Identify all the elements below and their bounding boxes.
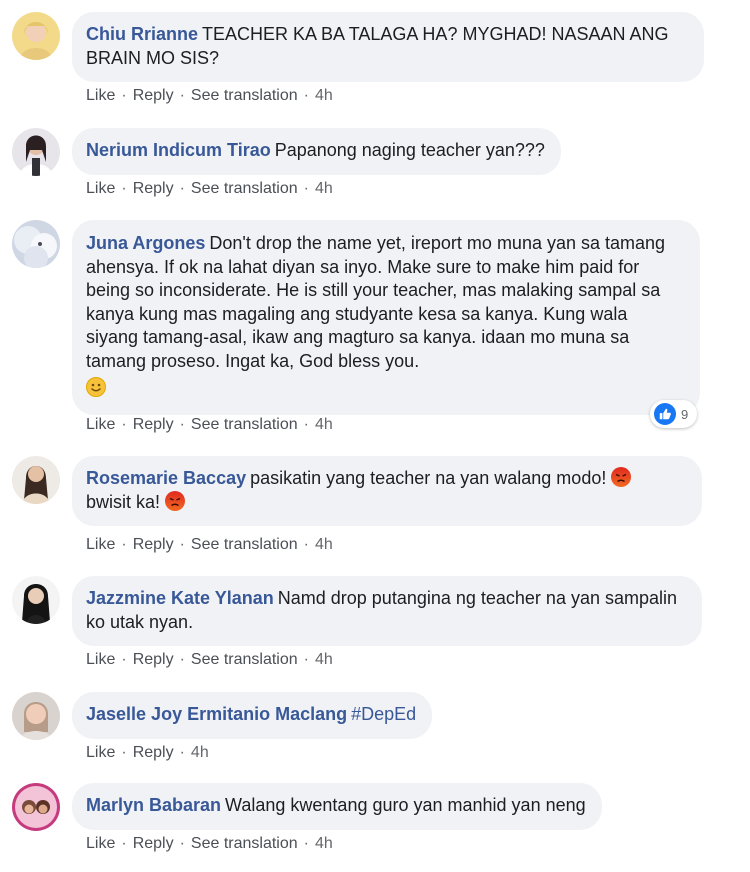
comment-author[interactable]: Rosemarie Baccay <box>86 468 246 488</box>
avatar[interactable] <box>12 12 60 60</box>
comment-actions: Like · Reply · See translation · 4h <box>86 416 333 434</box>
separator-dot: · <box>179 744 185 761</box>
reply-link[interactable]: Reply <box>133 651 174 668</box>
separator-dot: · <box>121 180 127 197</box>
comment-actions: Like · Reply · See translation · 4h <box>86 835 333 853</box>
see-translation-link[interactable]: See translation <box>191 835 298 852</box>
avatar[interactable] <box>12 783 60 831</box>
comment-bubble: Chiu Rrianne TEACHER KA BA TALAGA HA? MYG… <box>72 12 704 82</box>
avatar[interactable] <box>12 456 60 504</box>
like-link[interactable]: Like <box>86 87 115 104</box>
comment-text: Papanong naging teacher yan??? <box>274 140 545 160</box>
angry-emoji <box>165 490 186 511</box>
comment-bubble: Jazzmine Kate Ylanan Namd drop putangina … <box>72 576 702 646</box>
like-link[interactable]: Like <box>86 180 115 197</box>
separator-dot: · <box>121 87 127 104</box>
comment-author[interactable]: Juna Argones <box>86 233 205 253</box>
comment-bubble: Juna Argones Don't drop the name yet, ire… <box>72 220 700 415</box>
comment-author[interactable]: Marlyn Babaran <box>86 795 221 815</box>
separator-dot: · <box>303 416 309 433</box>
comment-bubble: Marlyn Babaran Walang kwentang guro yan m… <box>72 783 602 830</box>
like-link[interactable]: Like <box>86 416 115 433</box>
separator-dot: · <box>179 416 185 433</box>
see-translation-link[interactable]: See translation <box>191 536 298 553</box>
separator-dot: · <box>121 744 127 761</box>
like-link[interactable]: Like <box>86 536 115 553</box>
separator-dot: · <box>179 180 185 197</box>
hashtag-link[interactable]: #DepEd <box>351 704 416 724</box>
comment-author[interactable]: Jaselle Joy Ermitanio Maclang <box>86 704 347 724</box>
comment-time[interactable]: 4h <box>315 180 333 197</box>
comment-text: Don't drop the name yet, ireport mo muna… <box>86 233 666 371</box>
comment-actions: Like · Reply · See translation · 4h <box>86 180 333 198</box>
comment-bubble: Nerium Indicum Tirao Papanong naging teac… <box>72 128 561 175</box>
separator-dot: · <box>121 536 127 553</box>
like-icon <box>654 403 676 425</box>
comment-time[interactable]: 4h <box>315 536 333 553</box>
comment-time[interactable]: 4h <box>315 835 333 852</box>
separator-dot: · <box>121 835 127 852</box>
reply-link[interactable]: Reply <box>133 835 174 852</box>
reply-link[interactable]: Reply <box>133 536 174 553</box>
comment-time[interactable]: 4h <box>315 87 333 104</box>
reaction-count: 9 <box>681 406 689 422</box>
separator-dot: · <box>303 651 309 668</box>
separator-dot: · <box>179 536 185 553</box>
comment-author[interactable]: Nerium Indicum Tirao <box>86 140 271 160</box>
comment-actions: Like · Reply · See translation · 4h <box>86 87 333 105</box>
separator-dot: · <box>179 87 185 104</box>
separator-dot: · <box>303 180 309 197</box>
see-translation-link[interactable]: See translation <box>191 180 298 197</box>
reaction-summary[interactable]: 9 <box>650 400 698 428</box>
comment-text-before: pasikatin yang teacher na yan walang mod… <box>250 468 607 488</box>
comment-author[interactable]: Jazzmine Kate Ylanan <box>86 588 274 608</box>
see-translation-link[interactable]: See translation <box>191 651 298 668</box>
reply-link[interactable]: Reply <box>133 744 174 761</box>
separator-dot: · <box>303 87 309 104</box>
separator-dot: · <box>121 416 127 433</box>
separator-dot: · <box>121 651 127 668</box>
reply-link[interactable]: Reply <box>133 87 174 104</box>
comment-author[interactable]: Chiu Rrianne <box>86 24 198 44</box>
reply-link[interactable]: Reply <box>133 180 174 197</box>
comment-actions: Like · Reply · 4h <box>86 744 209 762</box>
comment-time[interactable]: 4h <box>191 744 209 761</box>
avatar[interactable] <box>12 220 60 268</box>
see-translation-link[interactable]: See translation <box>191 87 298 104</box>
comment-bubble: Jaselle Joy Ermitanio Maclang #DepEd <box>72 692 433 739</box>
comment-time[interactable]: 4h <box>315 651 333 668</box>
angry-emoji <box>611 467 632 487</box>
comment-time[interactable]: 4h <box>315 416 333 433</box>
avatar[interactable] <box>12 576 60 624</box>
smile-emoji <box>86 377 106 397</box>
like-link[interactable]: Like <box>86 744 115 761</box>
comment-text-after: bwisit ka! <box>86 491 161 512</box>
avatar[interactable] <box>12 128 60 176</box>
separator-dot: · <box>303 536 309 553</box>
comment-bubble: Rosemarie Baccay pasikatin yang teacher n… <box>72 456 702 526</box>
like-link[interactable]: Like <box>86 651 115 668</box>
separator-dot: · <box>179 835 185 852</box>
see-translation-link[interactable]: See translation <box>191 416 298 433</box>
reply-link[interactable]: Reply <box>133 416 174 433</box>
comment-actions: Like · Reply · See translation · 4h <box>86 536 333 554</box>
separator-dot: · <box>303 835 309 852</box>
comment-text: Walang kwentang guro yan manhid yan neng <box>225 795 586 815</box>
like-link[interactable]: Like <box>86 835 115 852</box>
separator-dot: · <box>179 651 185 668</box>
comment-actions: Like · Reply · See translation · 4h <box>86 651 333 669</box>
avatar[interactable] <box>12 692 60 740</box>
